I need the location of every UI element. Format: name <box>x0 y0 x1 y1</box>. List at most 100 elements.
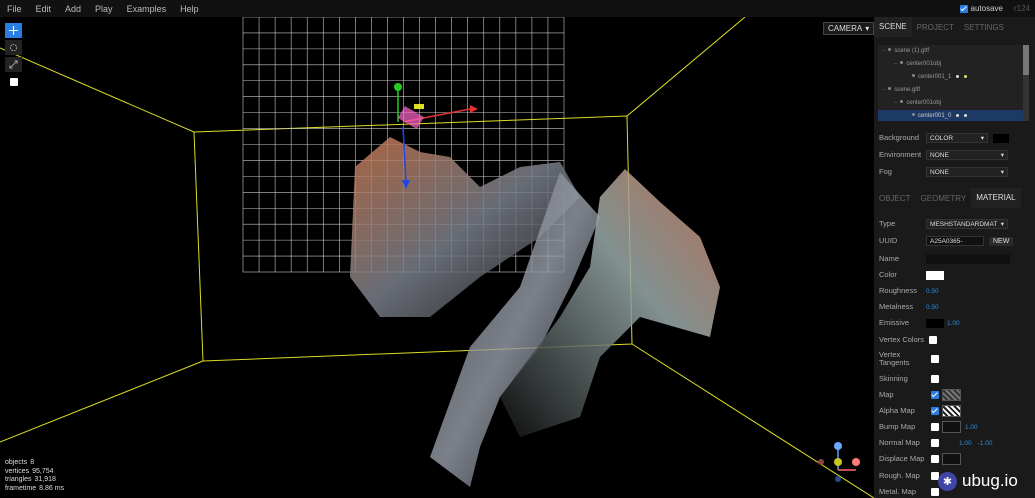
environment-select[interactable]: NONE ▾ <box>926 150 1008 160</box>
menu-bar: File Edit Add Play Examples Help autosav… <box>0 0 1035 17</box>
bump-map-thumbnail[interactable] <box>942 421 961 433</box>
scale-icon <box>9 60 18 69</box>
metalness-number[interactable]: 0.50 <box>926 304 939 311</box>
tab-object[interactable]: OBJECT <box>874 194 916 203</box>
color-swatch[interactable] <box>926 270 944 280</box>
bump-map-checkbox[interactable] <box>931 423 939 431</box>
axis-x-icon[interactable] <box>852 458 860 466</box>
displace-map-row: Displace Map <box>879 453 961 465</box>
background-select[interactable]: COLOR ▾ <box>926 133 988 143</box>
emissive-swatch[interactable] <box>926 318 944 328</box>
autosave-checkbox[interactable] <box>959 4 968 13</box>
vertex-tangents-checkbox[interactable] <box>931 355 939 363</box>
axis-neg-x-icon[interactable] <box>818 459 824 465</box>
menu-file[interactable]: File <box>0 4 29 14</box>
roughness-number[interactable]: 0.50 <box>926 288 939 295</box>
axis-z-icon[interactable] <box>834 458 842 466</box>
watermark-text: ubug.io <box>962 471 1018 490</box>
camera-select[interactable]: CAMERA ▾ <box>823 22 874 35</box>
metalness-label: Metalness <box>879 302 914 311</box>
uuid-field[interactable]: A25A0365-0CA7-4 <box>926 236 984 246</box>
material-name-input[interactable] <box>926 254 1010 264</box>
stat-vertices-value: 95,754 <box>32 467 54 475</box>
tab-settings[interactable]: SETTINGS <box>959 23 1009 32</box>
skinning-label: Skinning <box>879 374 908 383</box>
transform-toolbar <box>5 23 22 89</box>
emissive-intensity[interactable]: 1.00 <box>947 320 960 327</box>
alpha-map-row: Alpha Map <box>879 405 961 417</box>
bump-scale[interactable]: 1.00 <box>965 424 978 431</box>
scene-outliner[interactable]: – scene (1).gltf – center001obj center001_… <box>878 45 1023 121</box>
menu-help[interactable]: Help <box>173 4 206 14</box>
outliner-item[interactable]: – center001obj <box>878 97 1023 110</box>
background-label: Background <box>879 133 920 142</box>
color-label: Color <box>879 270 897 279</box>
bump-map-row: Bump Map 1.00 <box>879 421 978 433</box>
outliner-item[interactable]: – scene (1).gltf <box>878 45 1023 58</box>
outliner-scrollbar[interactable] <box>1023 45 1029 121</box>
uuid-row: UUID A25A0365-0CA7-4 NEW <box>879 235 1014 247</box>
tab-scene[interactable]: SCENE <box>874 17 912 37</box>
roughness-label: Roughness <box>879 286 917 295</box>
scene-tabs: SCENE PROJECT SETTINGS <box>874 17 1035 37</box>
material-type-row: Type MESHSTANDARDMAT ▾ <box>879 218 1008 230</box>
new-uuid-button[interactable]: NEW <box>989 236 1014 246</box>
tab-material[interactable]: MATERIAL <box>971 188 1021 208</box>
map-row: Map <box>879 389 961 401</box>
alpha-map-thumbnail[interactable] <box>942 405 961 417</box>
axis-y-icon[interactable] <box>834 442 842 450</box>
displace-map-label: Displace Map <box>879 454 925 463</box>
local-space-toggle[interactable] <box>5 74 22 89</box>
local-checkbox[interactable] <box>9 77 18 86</box>
fog-select[interactable]: NONE ▾ <box>926 167 1008 177</box>
scene-canvas[interactable] <box>0 17 874 498</box>
outliner-item[interactable]: center001_1 <box>878 71 1023 84</box>
chevron-down-icon: ▾ <box>980 135 984 142</box>
tab-geometry[interactable]: GEOMETRY <box>916 194 972 203</box>
stat-vertices-label: vertices <box>5 467 30 475</box>
chevron-down-icon: ▾ <box>1000 221 1004 228</box>
stat-triangles-label: triangles <box>5 476 32 483</box>
scale-tool-button[interactable] <box>5 57 22 72</box>
object-tabs: OBJECT GEOMETRY MATERIAL <box>874 188 1035 208</box>
move-icon <box>9 26 18 35</box>
normal-scale-y[interactable]: -1.00 <box>978 440 993 447</box>
map-checkbox[interactable] <box>931 391 939 399</box>
map-texture-thumbnail[interactable] <box>942 389 961 401</box>
background-color-swatch[interactable] <box>993 133 1009 143</box>
outliner-item[interactable]: – scene.gltf <box>878 84 1023 97</box>
view-helper-axes[interactable] <box>812 442 868 498</box>
menu-play[interactable]: Play <box>88 4 120 14</box>
menu-edit[interactable]: Edit <box>29 4 59 14</box>
chevron-down-icon: ▾ <box>1000 169 1004 176</box>
outliner-item-selected[interactable]: center001_0 <box>878 110 1023 121</box>
alpha-map-checkbox[interactable] <box>931 407 939 415</box>
autosave-label: autosave <box>970 4 1003 13</box>
displace-map-checkbox[interactable] <box>931 455 939 463</box>
stat-frametime-label: frametime <box>5 484 37 492</box>
vertex-colors-checkbox[interactable] <box>929 336 937 344</box>
normal-scale-x[interactable]: 1.00 <box>959 440 972 447</box>
outliner-item[interactable]: – center001obj <box>878 58 1023 71</box>
background-row: Background COLOR ▾ <box>879 132 1009 144</box>
uuid-label: UUID <box>879 236 898 245</box>
rotate-tool-button[interactable] <box>5 40 22 55</box>
camera-select-value: CAMERA <box>828 24 863 33</box>
outliner-item-label: scene (1).gltf <box>894 48 930 54</box>
material-type-select[interactable]: MESHSTANDARDMAT ▾ <box>926 219 1008 229</box>
3d-viewport[interactable]: CAMERA ▾ objects 8 vertices 95,754 triangl… <box>0 17 874 498</box>
skinning-checkbox[interactable] <box>931 375 939 383</box>
rough-map-row: Rough. Map <box>879 470 939 482</box>
vertex-tangents-label: Vertex Tangents <box>879 350 910 367</box>
outliner-item-label: center001_1 <box>918 74 952 80</box>
rotate-icon <box>9 43 18 52</box>
tab-project[interactable]: PROJECT <box>912 23 959 32</box>
name-row: Name <box>879 253 1010 265</box>
menu-add[interactable]: Add <box>58 4 88 14</box>
menu-examples[interactable]: Examples <box>120 4 174 14</box>
translate-tool-button[interactable] <box>5 23 22 38</box>
normal-map-checkbox[interactable] <box>931 439 939 447</box>
fog-label: Fog <box>879 167 892 176</box>
axis-neg-y-icon[interactable] <box>835 476 841 482</box>
displace-map-thumbnail[interactable] <box>942 453 961 465</box>
